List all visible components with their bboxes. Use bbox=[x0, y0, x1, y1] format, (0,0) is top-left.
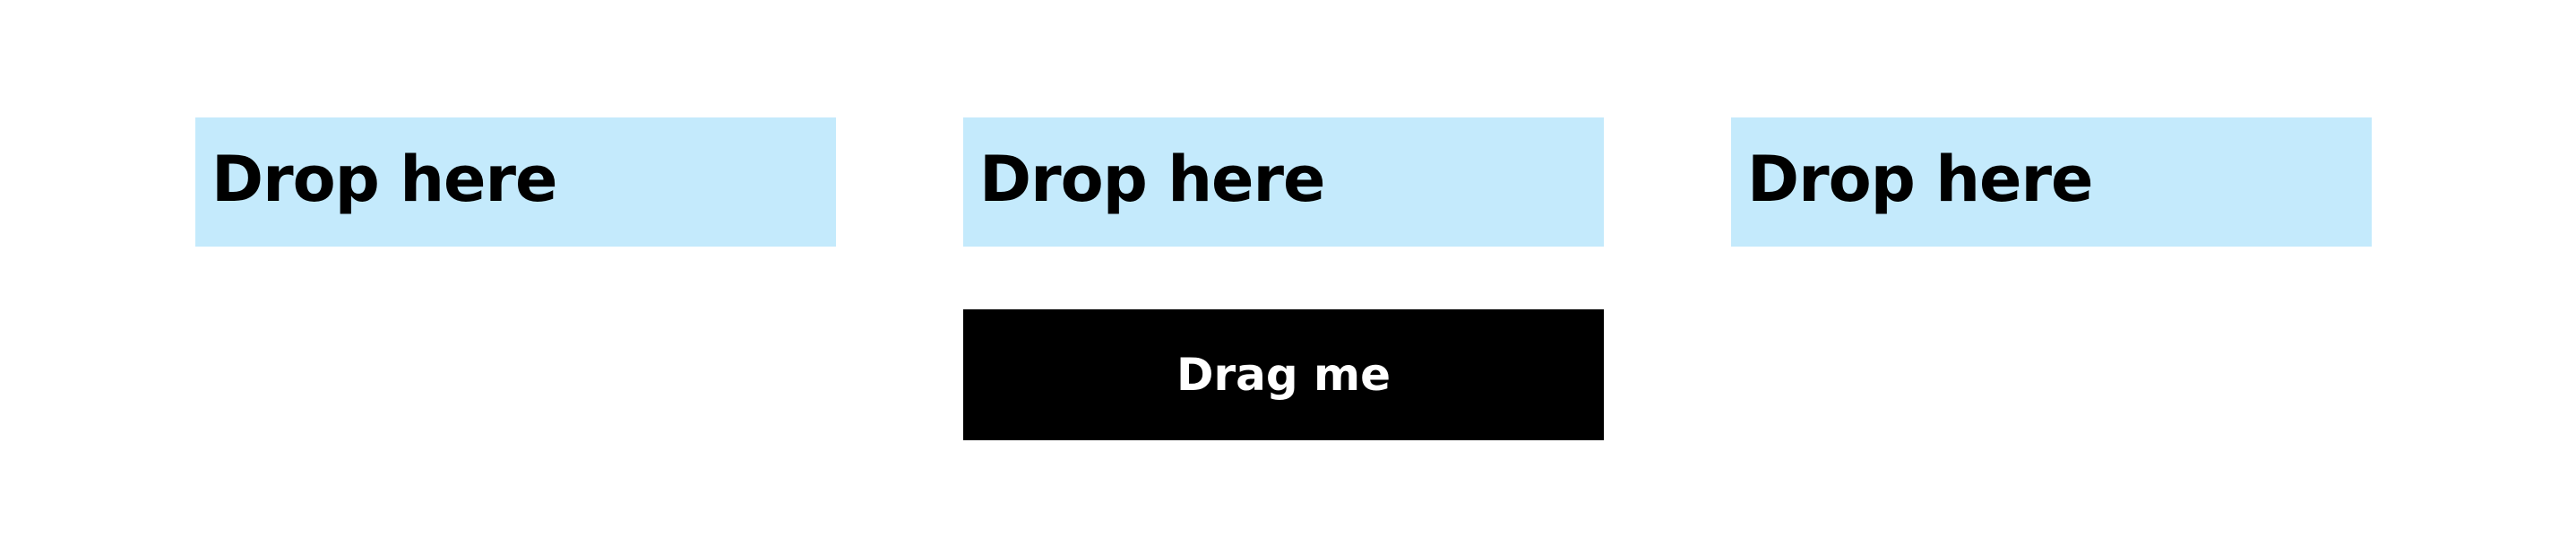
drop-zone-1[interactable]: Drop here bbox=[195, 117, 836, 247]
drop-zone-label: Drop here bbox=[1747, 143, 2094, 216]
drop-zone-2[interactable]: Drop here bbox=[963, 117, 1604, 247]
drag-me-button[interactable]: Drag me bbox=[963, 309, 1604, 440]
drop-zone-label: Drop here bbox=[979, 143, 1326, 216]
drop-zone-label: Drop here bbox=[211, 143, 558, 216]
drop-zone-3[interactable]: Drop here bbox=[1731, 117, 2372, 247]
